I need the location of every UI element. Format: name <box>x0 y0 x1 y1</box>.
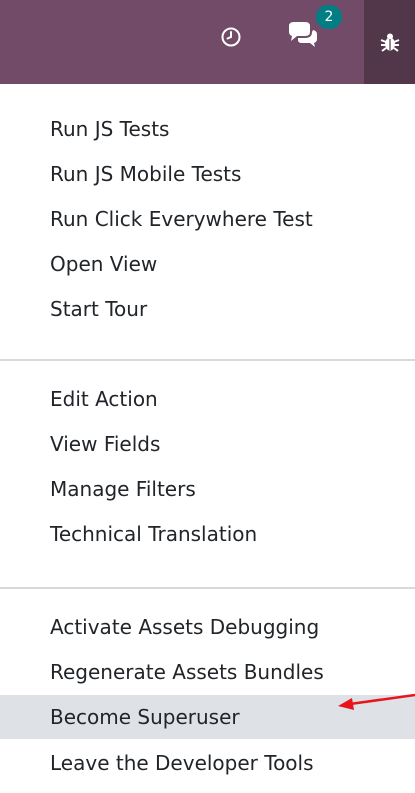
menu-item-leave-developer-tools[interactable]: Leave the Developer Tools <box>0 741 415 785</box>
menu-divider <box>0 587 415 589</box>
menu-item-start-tour[interactable]: Start Tour <box>0 287 415 331</box>
menu-item-manage-filters[interactable]: Manage Filters <box>0 467 415 511</box>
menu-item-open-view[interactable]: Open View <box>0 242 415 286</box>
menu-item-activate-assets-debugging[interactable]: Activate Assets Debugging <box>0 605 415 649</box>
menu-item-technical-translation[interactable]: Technical Translation <box>0 512 415 556</box>
page: 2 Run JS Tests Run JS Mobile Tests Run C… <box>0 0 415 793</box>
menu-divider <box>0 359 415 361</box>
messages-count-badge: 2 <box>316 5 342 29</box>
comments-icon[interactable] <box>286 20 320 50</box>
bug-icon <box>380 33 399 52</box>
menu-item-run-js-tests[interactable]: Run JS Tests <box>0 107 415 151</box>
menu-item-view-fields[interactable]: View Fields <box>0 422 415 466</box>
menu-item-edit-action[interactable]: Edit Action <box>0 377 415 421</box>
menu-item-run-js-mobile-tests[interactable]: Run JS Mobile Tests <box>0 152 415 196</box>
debug-menu-toggle[interactable] <box>364 0 415 84</box>
annotation-arrow-icon <box>338 693 415 710</box>
clock-icon[interactable] <box>218 24 244 50</box>
top-navbar: 2 <box>0 0 415 84</box>
menu-item-run-click-everywhere-test[interactable]: Run Click Everywhere Test <box>0 197 415 241</box>
